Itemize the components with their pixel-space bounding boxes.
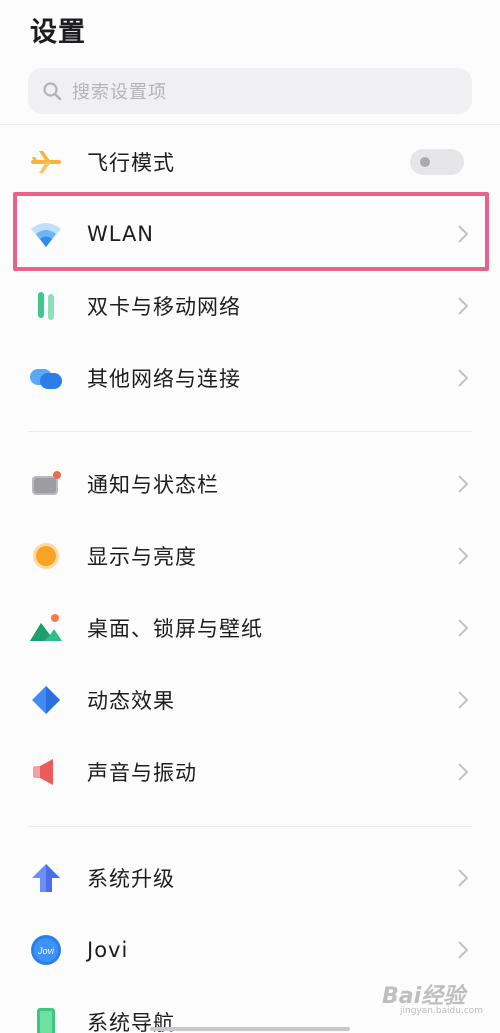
search-icon bbox=[43, 82, 62, 101]
airplane-icon bbox=[28, 144, 64, 180]
toggle-knob bbox=[420, 157, 430, 167]
upgrade-icon bbox=[28, 860, 64, 896]
chevron-right-icon bbox=[458, 619, 469, 637]
settings-item-jovi[interactable]: Jovi Jovi bbox=[0, 914, 500, 986]
settings-item-label: WLAN bbox=[87, 222, 155, 246]
settings-item-animation[interactable]: 动态效果 bbox=[0, 664, 500, 736]
chevron-right-icon bbox=[458, 691, 469, 709]
settings-item-other-connections[interactable]: 其他网络与连接 bbox=[0, 342, 500, 414]
settings-item-label: 通知与状态栏 bbox=[87, 473, 219, 497]
airplane-mode-toggle[interactable] bbox=[410, 149, 464, 175]
chevron-right-icon bbox=[458, 869, 469, 887]
divider bbox=[0, 124, 500, 125]
settings-item-label: 双卡与移动网络 bbox=[87, 295, 241, 319]
settings-item-wallpaper[interactable]: 桌面、锁屏与壁纸 bbox=[0, 592, 500, 664]
chevron-right-icon bbox=[458, 225, 469, 243]
settings-item-label: 其他网络与连接 bbox=[87, 367, 241, 391]
navigation-icon bbox=[28, 1004, 64, 1033]
animation-icon bbox=[28, 682, 64, 718]
chevron-right-icon bbox=[458, 547, 469, 565]
brightness-icon bbox=[28, 538, 64, 574]
connection-icon bbox=[28, 360, 64, 396]
chevron-right-icon bbox=[458, 475, 469, 493]
chevron-right-icon bbox=[458, 941, 469, 959]
dual-sim-icon bbox=[28, 288, 64, 324]
settings-item-sound[interactable]: 声音与振动 bbox=[0, 736, 500, 808]
settings-item-airplane-mode[interactable]: 飞行模式 bbox=[0, 126, 500, 198]
home-indicator[interactable] bbox=[150, 1027, 350, 1031]
settings-item-display[interactable]: 显示与亮度 bbox=[0, 520, 500, 592]
speaker-icon bbox=[28, 754, 64, 790]
divider bbox=[28, 431, 472, 432]
chevron-right-icon bbox=[458, 297, 469, 315]
settings-item-dual-sim[interactable]: 双卡与移动网络 bbox=[0, 270, 500, 342]
settings-item-notifications[interactable]: 通知与状态栏 bbox=[0, 448, 500, 520]
watermark-url: jingyan.baidu.com bbox=[400, 1006, 484, 1016]
divider bbox=[28, 826, 472, 827]
notification-icon bbox=[28, 466, 64, 502]
search-input[interactable]: 搜索设置项 bbox=[28, 68, 472, 114]
search-placeholder: 搜索设置项 bbox=[72, 82, 167, 103]
settings-item-label: 系统升级 bbox=[87, 867, 175, 891]
wifi-icon bbox=[28, 216, 64, 252]
wallpaper-icon bbox=[28, 610, 64, 646]
chevron-right-icon bbox=[458, 369, 469, 387]
jovi-icon: Jovi bbox=[28, 932, 64, 968]
settings-item-label: 声音与振动 bbox=[87, 761, 197, 785]
settings-item-system-upgrade[interactable]: 系统升级 bbox=[0, 842, 500, 914]
settings-item-label: 飞行模式 bbox=[87, 151, 175, 175]
settings-item-label: 显示与亮度 bbox=[87, 545, 197, 569]
page-title: 设置 bbox=[30, 17, 86, 48]
jovi-icon-text: Jovi bbox=[37, 946, 55, 956]
chevron-right-icon bbox=[458, 763, 469, 781]
settings-item-label: Jovi bbox=[87, 938, 129, 962]
settings-item-label: 桌面、锁屏与壁纸 bbox=[87, 617, 263, 641]
settings-item-label: 动态效果 bbox=[87, 689, 175, 713]
settings-item-wlan[interactable]: WLAN bbox=[0, 198, 500, 270]
